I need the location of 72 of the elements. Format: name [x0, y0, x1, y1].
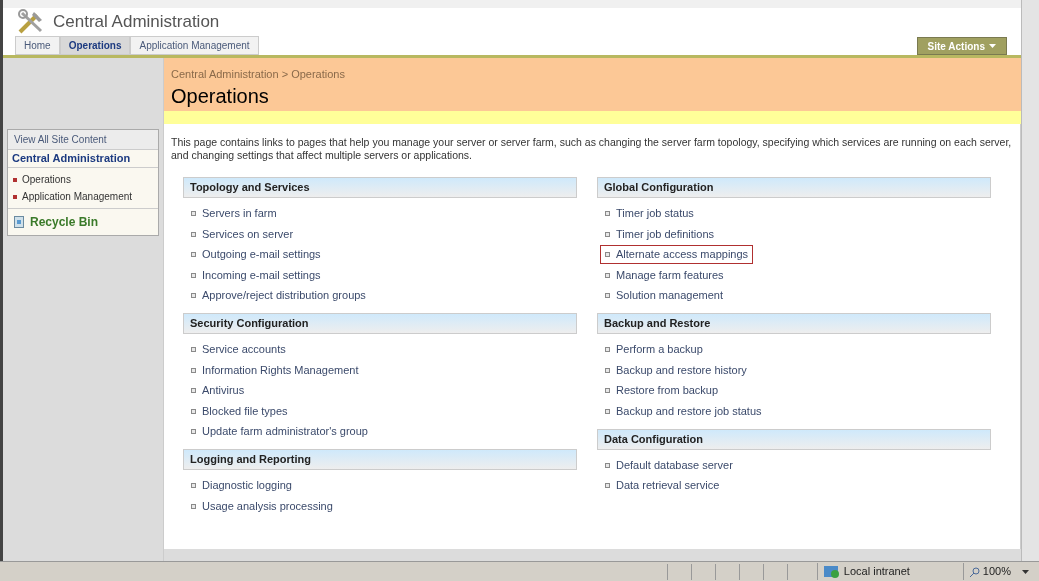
caret-icon	[989, 44, 996, 48]
nav-link[interactable]: Services on server	[186, 224, 299, 244]
nav-link[interactable]: Alternate access mappings	[600, 245, 754, 264]
caret-icon[interactable]	[1022, 569, 1029, 574]
section-header: Logging and Reporting	[183, 449, 577, 470]
quick-launch-link[interactable]: Operations	[22, 173, 71, 186]
bullet-icon	[191, 293, 196, 298]
nav-link[interactable]: Solution management	[600, 286, 728, 305]
nav-link[interactable]: Timer job status	[600, 204, 699, 223]
bullet-icon	[605, 483, 610, 488]
bullet-icon	[191, 503, 196, 509]
bullet-icon	[605, 293, 610, 298]
recycle-bin-link[interactable]: Recycle Bin	[30, 213, 99, 231]
nav-link[interactable]: Timer job definitions	[600, 224, 720, 244]
bullet-icon	[605, 211, 610, 216]
zoom-icon	[969, 566, 980, 577]
bullet-icon	[605, 462, 610, 468]
bullet-icon	[605, 231, 610, 237]
bullet-icon	[191, 252, 196, 257]
section-header: Backup and Restore	[597, 313, 991, 334]
bullet-icon	[605, 388, 610, 393]
nav-link[interactable]: Backup and restore job status	[600, 401, 767, 421]
nav-link[interactable]: Manage farm features	[600, 265, 729, 285]
nav-link[interactable]: Information Rights Management	[186, 360, 364, 380]
view-all-link[interactable]: View All Site Content	[8, 130, 158, 150]
bullet-icon	[191, 231, 196, 237]
recycle-bin-icon	[14, 216, 24, 228]
nav-link[interactable]: Antivirus	[186, 381, 250, 400]
nav-link[interactable]: Service accounts	[186, 340, 291, 359]
section-header: Global Configuration	[597, 177, 991, 198]
bullet-icon	[605, 367, 610, 373]
bullet-icon	[13, 178, 17, 182]
page-description: This page contains links to pages that help you manage your server or server farm, such as changing the server farm topology, specifying which services are running on each server, and changing settings that affect multiple servers or applications.	[171, 136, 1013, 162]
nav-link[interactable]: Default database server	[600, 455, 738, 475]
section-header: Security Configuration	[183, 313, 577, 334]
nav-link[interactable]: Usage analysis processing	[186, 496, 338, 516]
bullet-icon	[605, 408, 610, 414]
nav-link[interactable]: Restore from backup	[600, 381, 724, 400]
site-title: Central Administration	[53, 11, 220, 34]
nav-link[interactable]: Outgoing e-mail settings	[186, 245, 326, 264]
section-header: Data Configuration	[597, 428, 991, 450]
nav-link[interactable]: Incoming e-mail settings	[186, 265, 326, 285]
zone-label: Local intranet	[843, 564, 910, 580]
nav-link[interactable]: Data retrieval service	[600, 476, 725, 495]
nav-link[interactable]: Blocked file types	[186, 401, 293, 421]
nav-tab[interactable]: Application Management	[130, 36, 259, 55]
page-title: Operations	[171, 83, 270, 109]
bullet-icon	[605, 272, 610, 278]
bullet-icon	[13, 195, 17, 199]
zoom-level[interactable]: 100%	[982, 563, 1011, 580]
quick-launch-heading: Central Administration	[8, 150, 158, 168]
nav-link[interactable]: Diagnostic logging	[186, 476, 297, 495]
bullet-icon	[191, 272, 196, 278]
scrollbar[interactable]	[1021, 0, 1039, 561]
nav-link[interactable]: Servers in farm	[186, 204, 282, 223]
nav-link[interactable]: Perform a backup	[600, 340, 708, 359]
bullet-icon	[191, 483, 196, 488]
bullet-icon	[191, 367, 196, 373]
bullet-icon	[191, 408, 196, 414]
bullet-icon	[191, 388, 196, 393]
bullet-icon	[191, 429, 196, 434]
nav-tab[interactable]: Operations	[59, 36, 131, 55]
bullet-icon	[605, 252, 610, 257]
nav-link[interactable]: Approve/reject distribution groups	[186, 286, 371, 305]
bullet-icon	[191, 347, 196, 352]
bullet-icon	[191, 211, 196, 216]
section-header: Topology and Services	[183, 177, 577, 198]
nav-link[interactable]: Backup and restore history	[600, 360, 752, 380]
nav-tab[interactable]: Home	[15, 36, 60, 55]
quick-launch-link[interactable]: Application Management	[22, 190, 133, 203]
nav-link[interactable]: Update farm administrator's group	[186, 422, 373, 441]
bullet-icon	[605, 347, 610, 352]
